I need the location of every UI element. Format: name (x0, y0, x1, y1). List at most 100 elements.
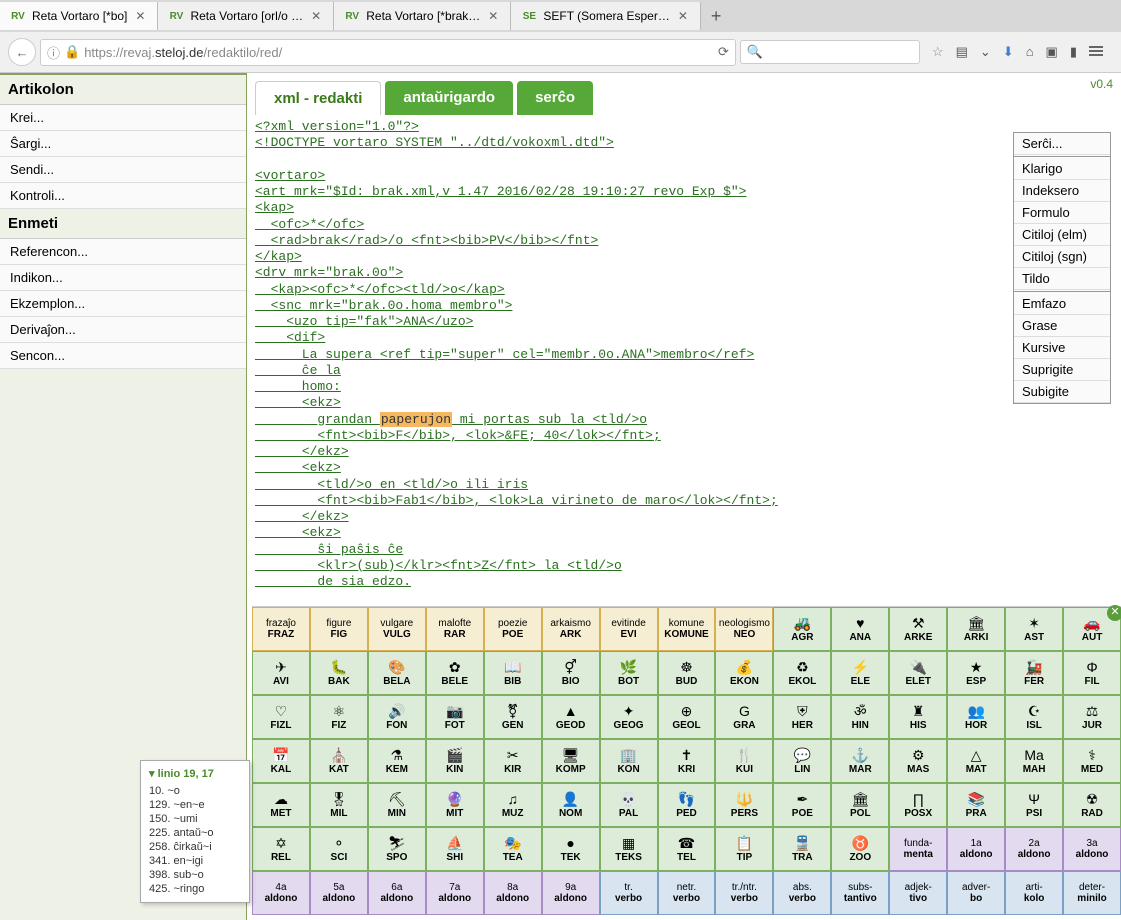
right-panel-g1-2[interactable]: Formulo (1014, 202, 1110, 224)
grid-cell-ZOO[interactable]: ♉ZOO (831, 827, 889, 871)
grid-cell-POE[interactable]: poeziePOE (484, 607, 542, 651)
grid-cell-KAL[interactable]: 📅KAL (252, 739, 310, 783)
grid-cell-AVI[interactable]: ✈AVI (252, 651, 310, 695)
hint-line-0[interactable]: 10. ~o (149, 784, 241, 798)
grid-cell-BELA[interactable]: 🎨BELA (368, 651, 426, 695)
grid-cell-ESP[interactable]: ★ESP (947, 651, 1005, 695)
grid-cell-ARKE[interactable]: ⚒ARKE (889, 607, 947, 651)
grid-cell-ISL[interactable]: ☪ISL (1005, 695, 1063, 739)
grid-cell-GEOL[interactable]: ⊕GEOL (658, 695, 716, 739)
sidebar-item-artikolon-0[interactable]: Krei... (0, 105, 246, 131)
grid-cell-PED[interactable]: 👣PED (658, 783, 716, 827)
browser-search[interactable]: 🔍 (740, 40, 920, 64)
right-panel-g2-4[interactable]: Subigite (1014, 381, 1110, 403)
grid-cell-FRAZ[interactable]: frazaĵoFRAZ (252, 607, 310, 651)
hint-line-6[interactable]: 398. sub~o (149, 868, 241, 882)
grid-cell-NOM[interactable]: 👤NOM (542, 783, 600, 827)
grid-cell-ELET[interactable]: 🔌ELET (889, 651, 947, 695)
tab-close-icon[interactable]: ✕ (676, 9, 690, 23)
right-panel-g2-0[interactable]: Emfazo (1014, 293, 1110, 315)
hint-line-4[interactable]: 258. ĉirkaŭ~i (149, 840, 241, 854)
grid-cell-POE[interactable]: ✒POE (773, 783, 831, 827)
sidebar-item-enmeti-1[interactable]: Indikon... (0, 265, 246, 291)
sidebar-item-artikolon-1[interactable]: Ŝargi... (0, 131, 246, 157)
grid-cell-KIN[interactable]: 🎬KIN (426, 739, 484, 783)
grid-cell-BIB[interactable]: 📖BIB (484, 651, 542, 695)
grid-cell-verbo[interactable]: netr.verbo (658, 871, 716, 915)
grid-cell-AST[interactable]: ✶AST (1005, 607, 1063, 651)
grid-cell-KEM[interactable]: ⚗KEM (368, 739, 426, 783)
right-panel-g2-2[interactable]: Kursive (1014, 337, 1110, 359)
grid-cell-TRA[interactable]: 🚆TRA (773, 827, 831, 871)
grid-cell-FER[interactable]: 🚂FER (1005, 651, 1063, 695)
sidebar-item-enmeti-3[interactable]: Derivaĵon... (0, 317, 246, 343)
sidebar-item-artikolon-3[interactable]: Kontroli... (0, 183, 246, 209)
close-grid-button[interactable]: ✕ (1107, 605, 1121, 621)
grid-cell-aldono[interactable]: 2aaldono (1005, 827, 1063, 871)
grid-cell-BOT[interactable]: 🌿BOT (600, 651, 658, 695)
sidebar-item-enmeti-0[interactable]: Referencon... (0, 239, 246, 265)
grid-cell-PRA[interactable]: 📚PRA (947, 783, 1005, 827)
grid-cell-kolo[interactable]: arti-kolo (1005, 871, 1063, 915)
grid-cell-GRA[interactable]: GGRA (715, 695, 773, 739)
grid-cell-HER[interactable]: ⛨HER (773, 695, 831, 739)
grid-cell-bo[interactable]: adver-bo (947, 871, 1005, 915)
grid-cell-TEA[interactable]: 🎭TEA (484, 827, 542, 871)
grid-cell-FOT[interactable]: 📷FOT (426, 695, 484, 739)
list-icon[interactable]: ▤ (956, 44, 968, 60)
sidebar-item-enmeti-4[interactable]: Sencon... (0, 343, 246, 369)
grid-cell-EKON[interactable]: 💰EKON (715, 651, 773, 695)
grid-cell-TEL[interactable]: ☎TEL (658, 827, 716, 871)
grid-cell-FIZ[interactable]: ⚛FIZ (310, 695, 368, 739)
grid-cell-POSX[interactable]: ∏POSX (889, 783, 947, 827)
book-icon[interactable]: ▮ (1070, 44, 1077, 60)
hint-line-1[interactable]: 129. ~en~e (149, 798, 241, 812)
grid-cell-aldono[interactable]: 6aaldono (368, 871, 426, 915)
browser-tab-3[interactable]: SESEFT (Somera Esper…✕ (511, 2, 701, 30)
right-panel-g1-4[interactable]: Citiloj (sgn) (1014, 246, 1110, 268)
grid-cell-aldono[interactable]: 7aaldono (426, 871, 484, 915)
grid-cell-ARK[interactable]: arkaismoARK (542, 607, 600, 651)
grid-cell-FIZL[interactable]: ♡FIZL (252, 695, 310, 739)
grid-cell-RAD[interactable]: ☢RAD (1063, 783, 1121, 827)
reload-icon[interactable]: ⟳ (718, 44, 729, 60)
grid-cell-BUD[interactable]: ☸BUD (658, 651, 716, 695)
browser-tab-0[interactable]: RVReta Vortaro [*bo]✕ (0, 2, 158, 30)
grid-cell-minilo[interactable]: deter-minilo (1063, 871, 1121, 915)
grid-cell-GEN[interactable]: ⚧GEN (484, 695, 542, 739)
grid-cell-SCI[interactable]: ⚬SCI (310, 827, 368, 871)
grid-cell-menta[interactable]: funda-menta (889, 827, 947, 871)
grid-cell-EVI[interactable]: evitindeEVI (600, 607, 658, 651)
grid-cell-BAK[interactable]: 🐛BAK (310, 651, 368, 695)
grid-cell-TIP[interactable]: 📋TIP (715, 827, 773, 871)
right-panel-g1-1[interactable]: Indeksero (1014, 180, 1110, 202)
grid-cell-MAH[interactable]: MaMAH (1005, 739, 1063, 783)
download-icon[interactable]: ⬇ (1003, 44, 1014, 60)
new-tab-button[interactable]: + (701, 2, 732, 31)
window-icon[interactable]: ▣ (1046, 44, 1058, 60)
tab-close-icon[interactable]: ✕ (486, 9, 500, 23)
grid-cell-MED[interactable]: ⚕MED (1063, 739, 1121, 783)
right-search[interactable]: Serĉi... (1014, 133, 1110, 155)
grid-cell-KON[interactable]: 🏢KON (600, 739, 658, 783)
url-box[interactable]: ⓘ 🔒 https://revaj.steloj.de/redaktilo/re… (40, 39, 736, 66)
grid-cell-HIN[interactable]: ॐHIN (831, 695, 889, 739)
grid-cell-KOMP[interactable]: 🖥KOMP (542, 739, 600, 783)
grid-cell-KRI[interactable]: ✝KRI (658, 739, 716, 783)
hint-line-5[interactable]: 341. en~igi (149, 854, 241, 868)
browser-tab-1[interactable]: RVReta Vortaro [orl/o …✕ (158, 2, 334, 30)
grid-cell-MET[interactable]: ☁MET (252, 783, 310, 827)
grid-cell-KAT[interactable]: ⛪KAT (310, 739, 368, 783)
sidebar-item-enmeti-2[interactable]: Ekzemplon... (0, 291, 246, 317)
grid-cell-REL[interactable]: ✡REL (252, 827, 310, 871)
bookmark-icon[interactable]: ☆ (932, 44, 944, 60)
grid-cell-ANA[interactable]: ♥ANA (831, 607, 889, 651)
grid-cell-KIR[interactable]: ✂KIR (484, 739, 542, 783)
grid-cell-PSI[interactable]: ΨPSI (1005, 783, 1063, 827)
grid-cell-BELE[interactable]: ✿BELE (426, 651, 484, 695)
grid-cell-RAR[interactable]: malofteRAR (426, 607, 484, 651)
grid-cell-GEOG[interactable]: ✦GEOG (600, 695, 658, 739)
grid-cell-MIN[interactable]: ⛏MIN (368, 783, 426, 827)
grid-cell-verbo[interactable]: abs.verbo (773, 871, 831, 915)
grid-cell-HIS[interactable]: ♜HIS (889, 695, 947, 739)
